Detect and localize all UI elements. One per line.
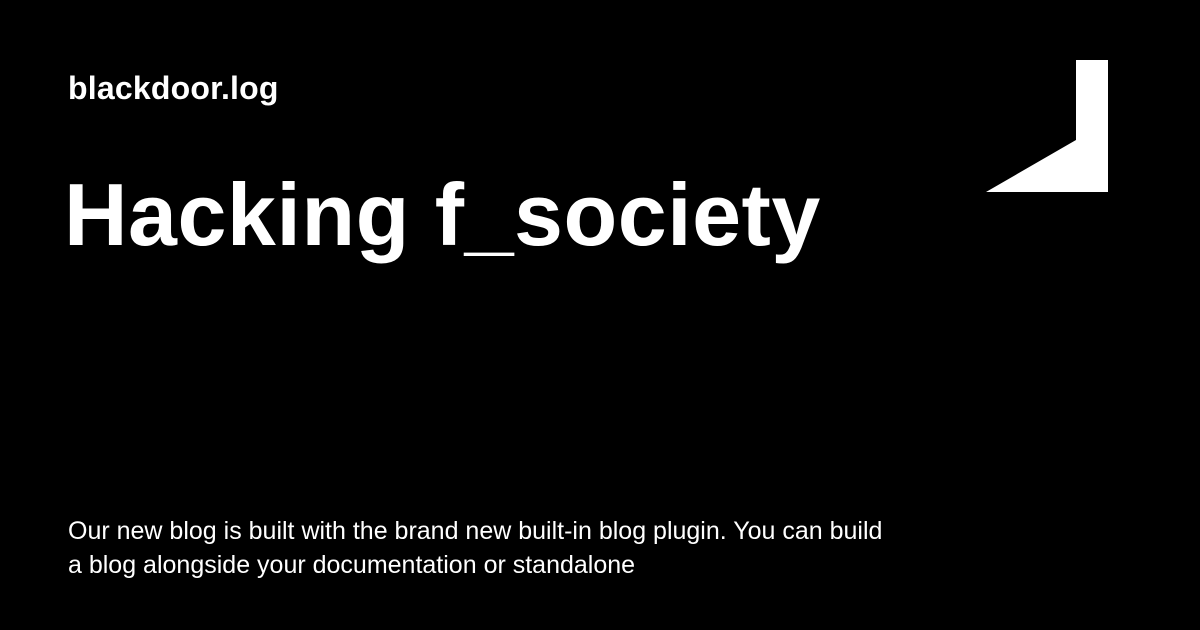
page-title: Hacking f_society bbox=[64, 165, 821, 264]
page-description: Our new blog is built with the brand new… bbox=[68, 517, 883, 579]
door-logo-icon bbox=[986, 60, 1108, 192]
site-name: blackdoor.log bbox=[68, 70, 279, 106]
social-card: blackdoor.log Hacking f_society Our new … bbox=[0, 0, 1200, 630]
